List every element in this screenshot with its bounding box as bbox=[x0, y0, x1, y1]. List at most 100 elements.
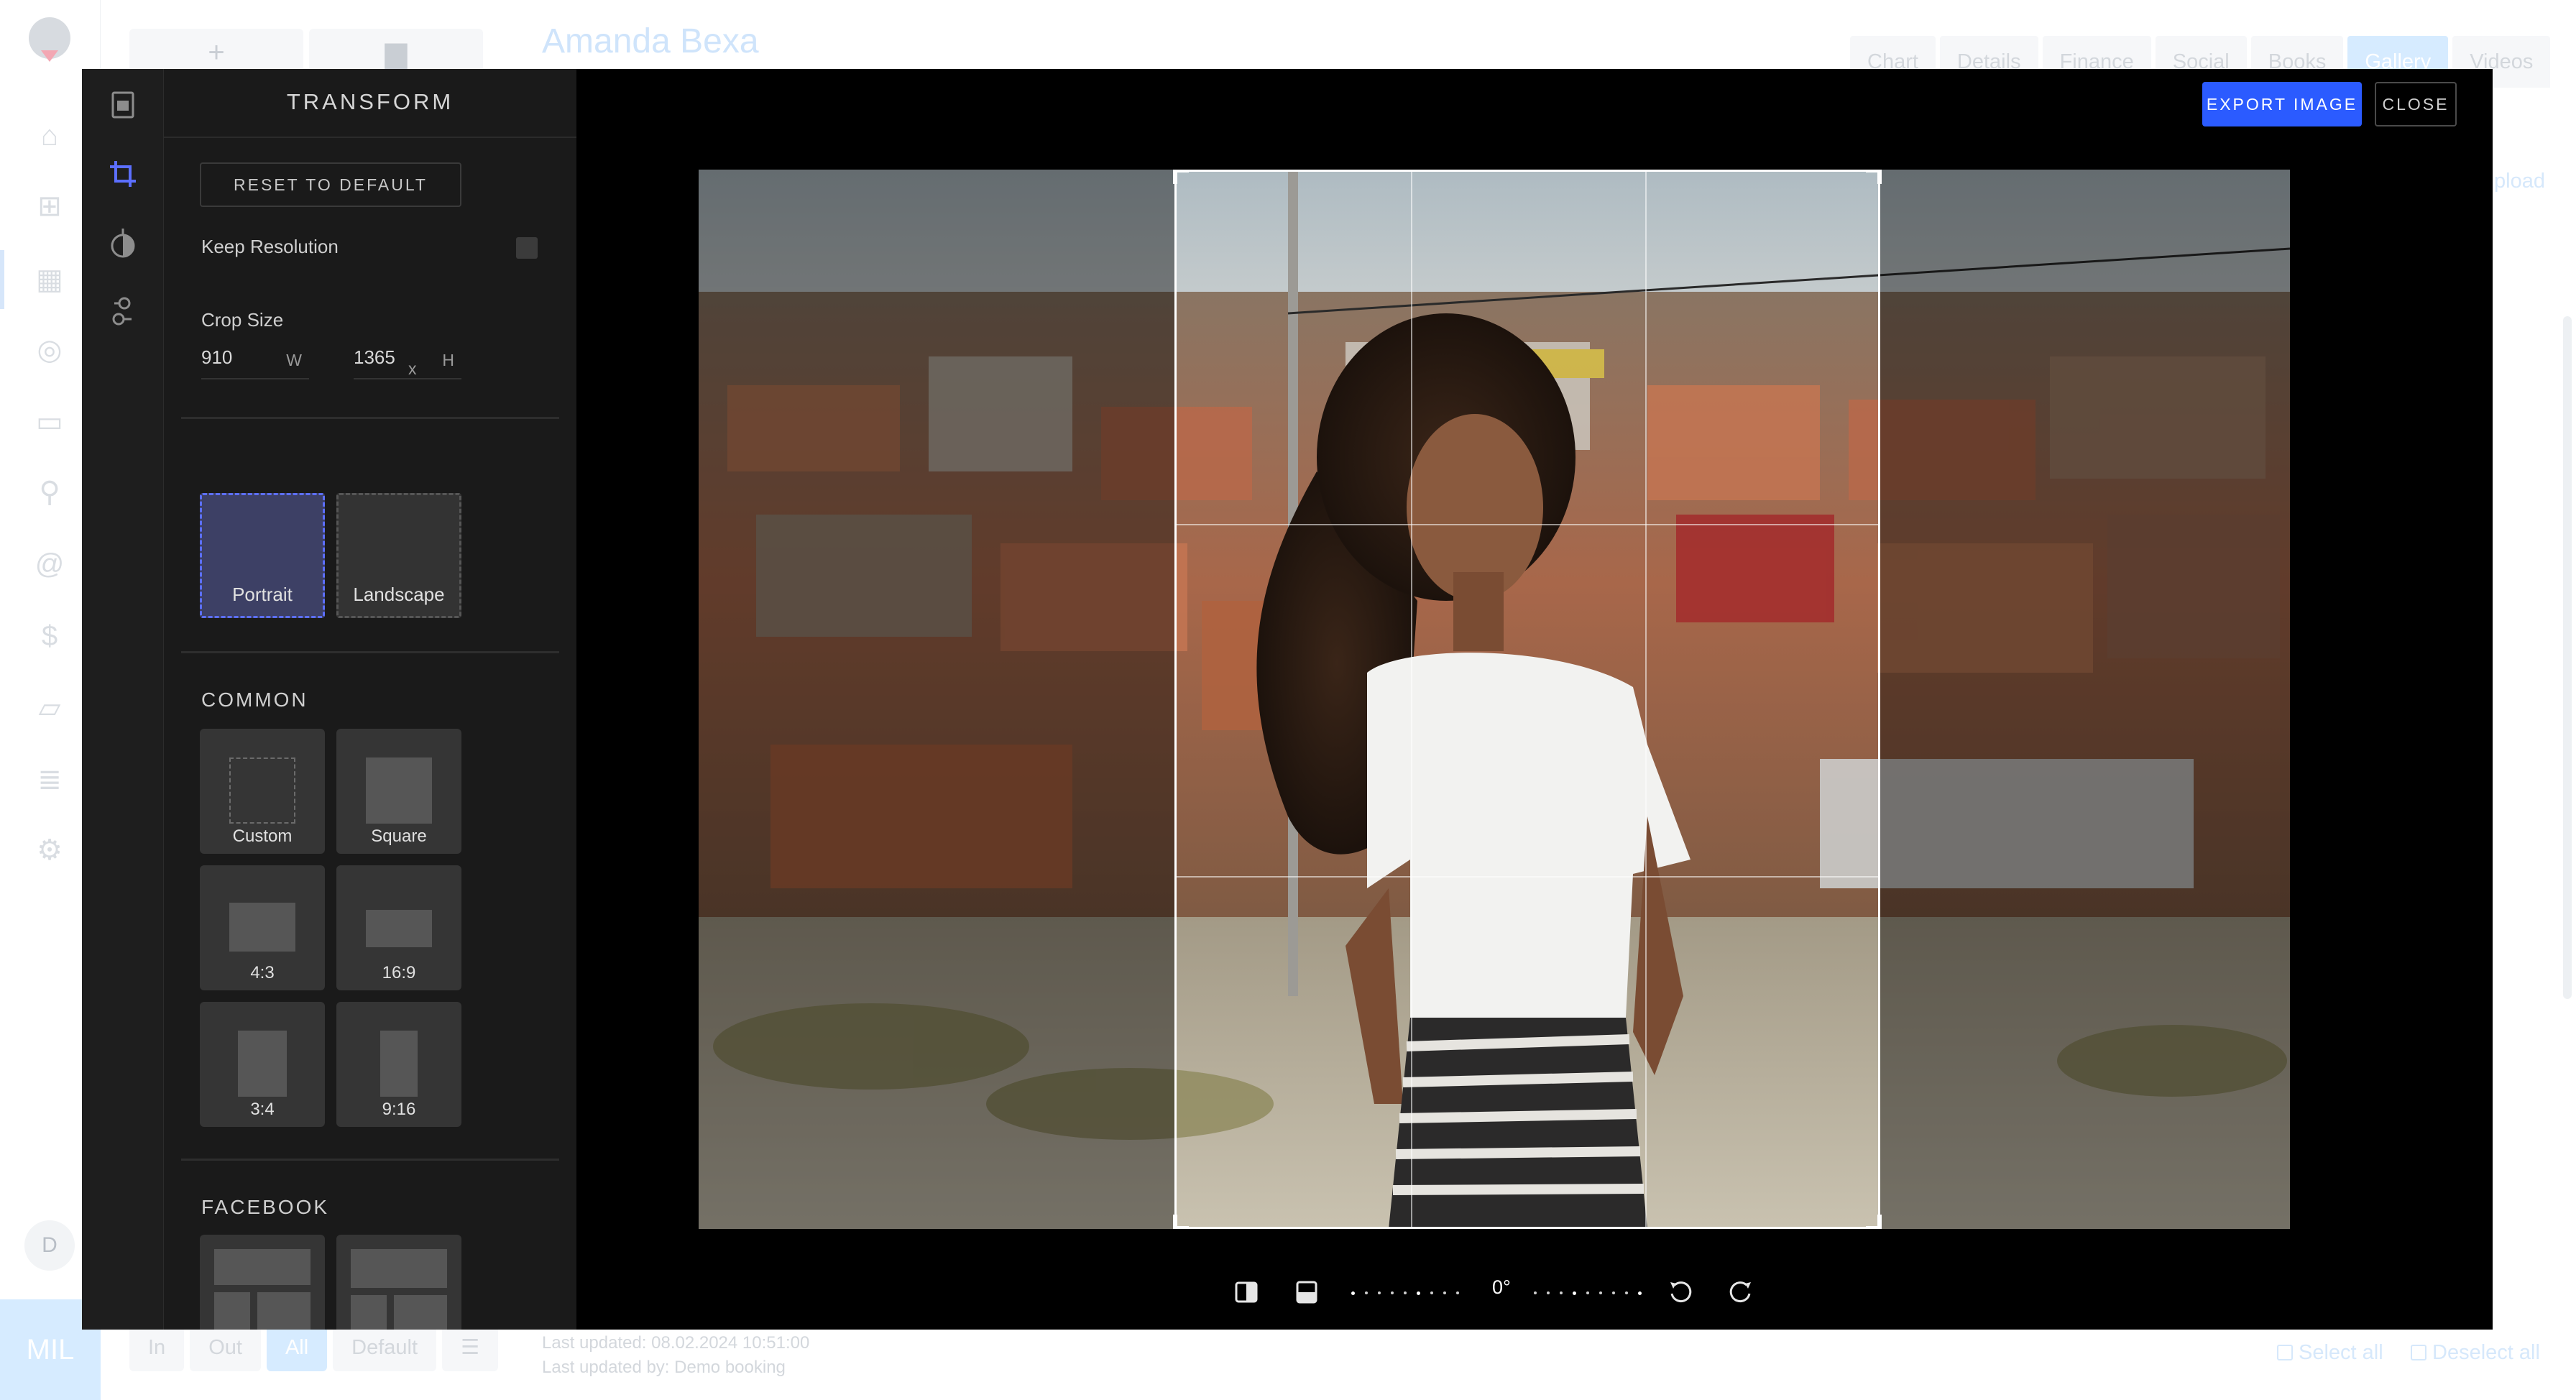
orientation-portrait[interactable]: Portrait bbox=[200, 493, 325, 618]
section-divider bbox=[181, 651, 559, 653]
filter-default[interactable]: Default bbox=[333, 1324, 437, 1371]
ratio-3-4-icon bbox=[238, 1031, 287, 1097]
crop-height-value: 1365 bbox=[354, 346, 395, 368]
crop-height-input[interactable]: 1365 H bbox=[354, 342, 461, 379]
crop-grid-line bbox=[1177, 524, 1878, 525]
crop-handle-top-right[interactable] bbox=[1866, 170, 1882, 184]
height-unit-label: H bbox=[442, 351, 454, 369]
page-scrollbar[interactable] bbox=[2563, 316, 2572, 999]
dollar-icon[interactable]: $ bbox=[33, 620, 66, 653]
rotation-scale-left[interactable] bbox=[1351, 1291, 1459, 1295]
crop-frame[interactable] bbox=[1173, 170, 1882, 1229]
flip-vertical-icon[interactable] bbox=[1292, 1278, 1321, 1307]
common-section-title: COMMON bbox=[201, 689, 308, 711]
app-logo[interactable] bbox=[29, 17, 70, 59]
ratio-9-16-icon bbox=[380, 1031, 418, 1097]
custom-ratio-icon bbox=[229, 757, 295, 824]
adjust-sliders-icon[interactable] bbox=[103, 292, 143, 332]
ratio-16-9-icon bbox=[366, 910, 432, 947]
preset-16-9[interactable]: 16:9 bbox=[336, 865, 461, 990]
filter-out[interactable]: Out bbox=[190, 1324, 261, 1371]
orientation-landscape[interactable]: Landscape bbox=[336, 493, 461, 618]
section-divider bbox=[181, 1159, 559, 1161]
crop-grid-line bbox=[1411, 172, 1412, 1227]
preset-custom[interactable]: Custom bbox=[200, 729, 325, 854]
rotation-value: 0° bbox=[1492, 1276, 1511, 1298]
orientation-label: Portrait bbox=[232, 584, 293, 605]
briefcase-icon[interactable]: ▭ bbox=[33, 405, 66, 438]
panel-divider bbox=[164, 137, 576, 138]
deselect-all-button[interactable]: Deselect all bbox=[2411, 1341, 2540, 1365]
crop-handle-bottom-left[interactable] bbox=[1173, 1215, 1189, 1229]
sidebar-active-indicator bbox=[0, 250, 4, 309]
crop-handle-top-left[interactable] bbox=[1173, 170, 1189, 184]
gear-icon[interactable]: ⚙ bbox=[33, 834, 66, 867]
filter-in[interactable]: In bbox=[129, 1324, 185, 1371]
editor-tool-rail bbox=[82, 69, 164, 1330]
close-editor-button[interactable]: CLOSE bbox=[2375, 82, 2457, 126]
preset-label: Square bbox=[371, 826, 427, 846]
rotation-scale-right[interactable] bbox=[1534, 1291, 1642, 1295]
preset-label: 4:3 bbox=[250, 963, 275, 982]
image-editor-modal: TRANSFORM RESET TO DEFAULT Keep Resoluti… bbox=[82, 69, 2493, 1330]
transform-toolbar: 0° bbox=[82, 1262, 2493, 1320]
select-all-label: Select all bbox=[2299, 1341, 2383, 1364]
crop-handle-bottom-right[interactable] bbox=[1866, 1215, 1882, 1229]
checkbox-icon bbox=[2411, 1345, 2426, 1360]
keep-resolution-label: Keep Resolution bbox=[201, 236, 339, 257]
preset-label: 16:9 bbox=[382, 963, 416, 982]
filter-drop-icon[interactable] bbox=[103, 223, 143, 263]
crop-grid-line bbox=[1645, 172, 1647, 1227]
last-updated-by-text: Last updated by: Demo booking bbox=[542, 1358, 786, 1377]
last-updated-text: Last updated: 08.02.2024 10:51:00 bbox=[542, 1333, 810, 1353]
orientation-label: Landscape bbox=[353, 584, 445, 605]
select-all-button[interactable]: Select all bbox=[2277, 1341, 2383, 1365]
square-ratio-icon bbox=[366, 757, 432, 824]
checkbox-icon bbox=[2277, 1345, 2293, 1360]
image-file-icon[interactable] bbox=[103, 85, 143, 125]
document-icon[interactable]: ≣ bbox=[33, 763, 66, 796]
home-icon[interactable]: ⌂ bbox=[33, 119, 66, 152]
crop-mask-left bbox=[699, 170, 1174, 1229]
preset-3-4[interactable]: 3:4 bbox=[200, 1002, 325, 1127]
upload-link[interactable]: pload bbox=[2494, 170, 2545, 193]
ratio-4-3-icon bbox=[229, 903, 295, 952]
image-canvas[interactable] bbox=[699, 170, 2290, 1229]
crop-mask-right bbox=[1880, 170, 2290, 1229]
preset-square[interactable]: Square bbox=[336, 729, 461, 854]
add-square-icon[interactable]: ⊞ bbox=[33, 190, 66, 223]
panel-title: TRANSFORM bbox=[286, 89, 454, 114]
preset-label: 9:16 bbox=[382, 1100, 416, 1119]
rotate-right-icon[interactable] bbox=[1726, 1278, 1755, 1307]
section-divider bbox=[181, 417, 559, 419]
preset-9-16[interactable]: 9:16 bbox=[336, 1002, 461, 1127]
crop-width-value: 910 bbox=[201, 346, 233, 368]
preset-label: Custom bbox=[232, 826, 293, 846]
facebook-section-title: FACEBOOK bbox=[201, 1196, 330, 1218]
preset-label: 3:4 bbox=[250, 1100, 275, 1119]
rocket-icon[interactable]: ⚲ bbox=[33, 476, 66, 509]
list-view-toggle[interactable]: ☰ bbox=[442, 1324, 499, 1371]
flip-horizontal-icon[interactable] bbox=[1232, 1278, 1261, 1307]
user-icon[interactable]: ◎ bbox=[33, 333, 66, 367]
preset-4-3[interactable]: 4:3 bbox=[200, 865, 325, 990]
crop-width-input[interactable]: 910 W bbox=[201, 342, 309, 379]
crop-size-label: Crop Size bbox=[201, 309, 284, 331]
crop-icon[interactable] bbox=[103, 154, 143, 194]
reset-to-default-button[interactable]: RESET TO DEFAULT bbox=[200, 162, 461, 207]
folder-icon[interactable]: ▱ bbox=[33, 691, 66, 724]
export-image-button[interactable]: EXPORT IMAGE bbox=[2202, 82, 2362, 126]
page-title: Amanda Bexa bbox=[542, 22, 759, 60]
keep-resolution-checkbox[interactable] bbox=[516, 237, 538, 259]
calendar-icon[interactable]: ▦ bbox=[33, 263, 66, 296]
crop-grid-line bbox=[1177, 876, 1878, 878]
user-avatar[interactable]: D bbox=[24, 1220, 75, 1271]
deselect-all-label: Deselect all bbox=[2432, 1341, 2540, 1364]
width-unit-label: W bbox=[286, 351, 302, 369]
filter-all[interactable]: All bbox=[266, 1324, 328, 1371]
at-sign-icon[interactable]: @ bbox=[33, 548, 66, 581]
last-updated-info: Last updated: 08.02.2024 10:51:00 Last u… bbox=[542, 1331, 809, 1380]
rotate-left-icon[interactable] bbox=[1666, 1278, 1695, 1307]
gallery-filters: In Out All Default ☰ bbox=[129, 1324, 499, 1371]
transform-panel: TRANSFORM RESET TO DEFAULT Keep Resoluti… bbox=[164, 69, 576, 1330]
